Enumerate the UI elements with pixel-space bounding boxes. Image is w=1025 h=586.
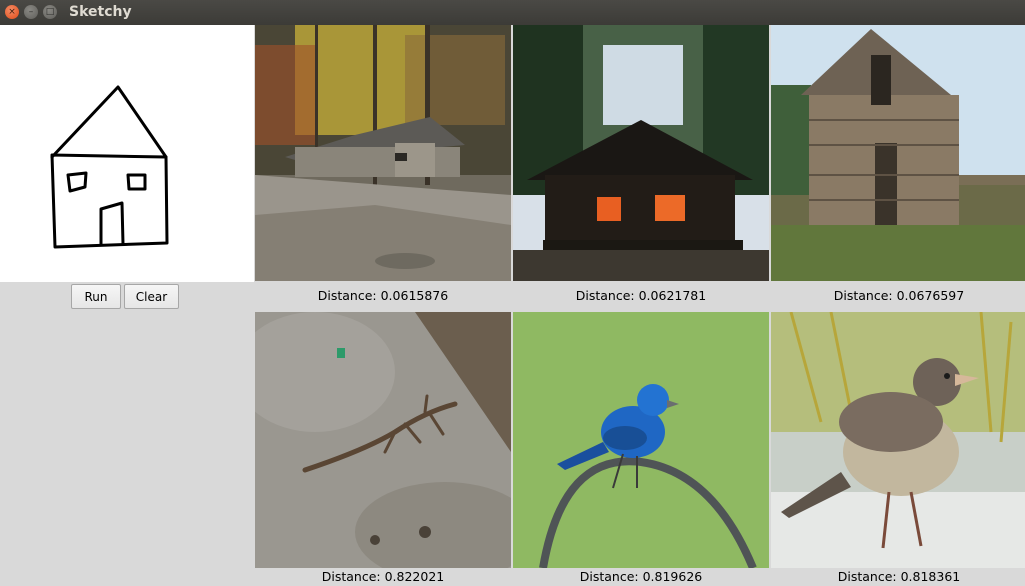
window-minimize-button[interactable]: – xyxy=(24,5,38,19)
cabin-photo xyxy=(255,25,511,281)
result-distance-2: Distance: 0.0621781 xyxy=(575,288,707,303)
clear-button[interactable]: Clear xyxy=(124,284,179,309)
window-maximize-button[interactable]: □ xyxy=(43,5,57,19)
result-image-4[interactable] xyxy=(255,312,511,568)
minimize-icon: – xyxy=(28,7,34,17)
lizard-photo xyxy=(255,312,511,568)
result-image-3[interactable] xyxy=(771,25,1025,281)
bluebird-photo xyxy=(513,312,769,568)
cabin-photo xyxy=(513,25,769,281)
house-sketch-drawing xyxy=(50,85,169,249)
result-image-1[interactable] xyxy=(255,25,511,281)
window-titlebar: × – □ Sketchy xyxy=(0,0,1025,25)
result-image-6[interactable] xyxy=(771,312,1025,568)
sketch-canvas[interactable] xyxy=(0,25,254,282)
result-distance-1: Distance: 0.0615876 xyxy=(317,288,449,303)
shack-photo xyxy=(771,25,1025,281)
window-close-button[interactable]: × xyxy=(5,5,19,19)
window-title: Sketchy xyxy=(69,4,132,20)
result-distance-3: Distance: 0.0676597 xyxy=(833,288,965,303)
result-distance-6: Distance: 0.818361 xyxy=(837,569,961,584)
result-distance-4: Distance: 0.822021 xyxy=(321,569,445,584)
maximize-icon: □ xyxy=(45,7,55,17)
result-distance-5: Distance: 0.819626 xyxy=(579,569,703,584)
close-icon: × xyxy=(8,7,16,17)
run-button[interactable]: Run xyxy=(71,284,121,309)
result-image-5[interactable] xyxy=(513,312,769,568)
result-image-2[interactable] xyxy=(513,25,769,281)
junco-photo xyxy=(771,312,1025,568)
